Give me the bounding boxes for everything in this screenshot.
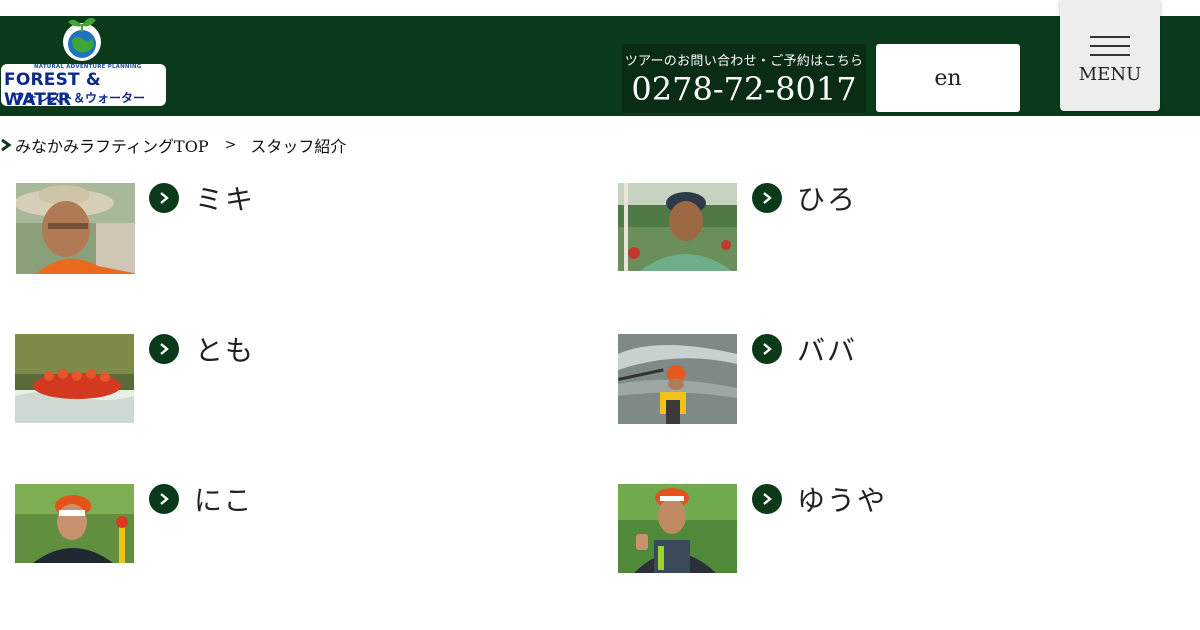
contact-note: ツアーのお問い合わせ・ご予約はこちら [624, 54, 864, 69]
staff-card-yuuya[interactable]: ゆうや [618, 484, 898, 574]
site-header [0, 16, 1200, 116]
staff-card-tomo[interactable]: とも [15, 334, 275, 424]
chevron-right-icon [149, 484, 179, 514]
hamburger-icon-line [1090, 45, 1130, 47]
staff-photo [618, 183, 737, 271]
chevron-right-icon [752, 484, 782, 514]
top-white-strip [0, 0, 1200, 16]
logo-katakana: フォレスト＆ウォーター [13, 91, 146, 105]
staff-card-miki[interactable]: ミキ [16, 183, 276, 275]
menu-label: MENU [1078, 64, 1142, 85]
staff-card-niko[interactable]: にこ [15, 484, 275, 564]
staff-card-hiro[interactable]: ひろ [618, 183, 878, 275]
staff-name: ババ [797, 334, 858, 367]
contact-phone-box[interactable]: ツアーのお問い合わせ・ご予約はこちら 0278-72-8017 [622, 44, 866, 113]
staff-name: ひろ [797, 183, 858, 216]
staff-name: とも [195, 334, 256, 367]
hamburger-icon-line [1090, 54, 1130, 56]
chevron-right-icon [149, 334, 179, 364]
staff-photo [15, 484, 134, 563]
chevron-right-icon [149, 183, 179, 213]
breadcrumb: みなかみラフティングTOP > スタッフ紹介 [0, 134, 346, 156]
phone-number[interactable]: 0278-72-8017 [622, 71, 866, 107]
hamburger-icon [1090, 36, 1130, 38]
forest-water-logo[interactable]: NATURAL ADVENTURE PLANNING FOREST & WATE… [0, 16, 168, 110]
english-language-button[interactable]: en [876, 44, 1020, 112]
staff-card-baba[interactable]: ババ [618, 334, 878, 424]
breadcrumb-home-link[interactable]: みなかみラフティングTOP [15, 133, 209, 157]
chevron-right-icon [1, 138, 12, 152]
breadcrumb-current: スタッフ紹介 [250, 137, 347, 156]
staff-photo [618, 484, 737, 573]
staff-name: にこ [194, 484, 254, 517]
staff-name: ミキ [195, 183, 256, 216]
staff-photo [15, 334, 134, 423]
staff-photo [16, 183, 135, 274]
menu-button[interactable]: MENU [1060, 0, 1160, 111]
breadcrumb-separator: > [224, 137, 237, 153]
staff-name: ゆうや [797, 484, 888, 517]
chevron-right-icon [752, 183, 782, 213]
staff-photo [618, 334, 737, 424]
chevron-right-icon [752, 334, 782, 364]
